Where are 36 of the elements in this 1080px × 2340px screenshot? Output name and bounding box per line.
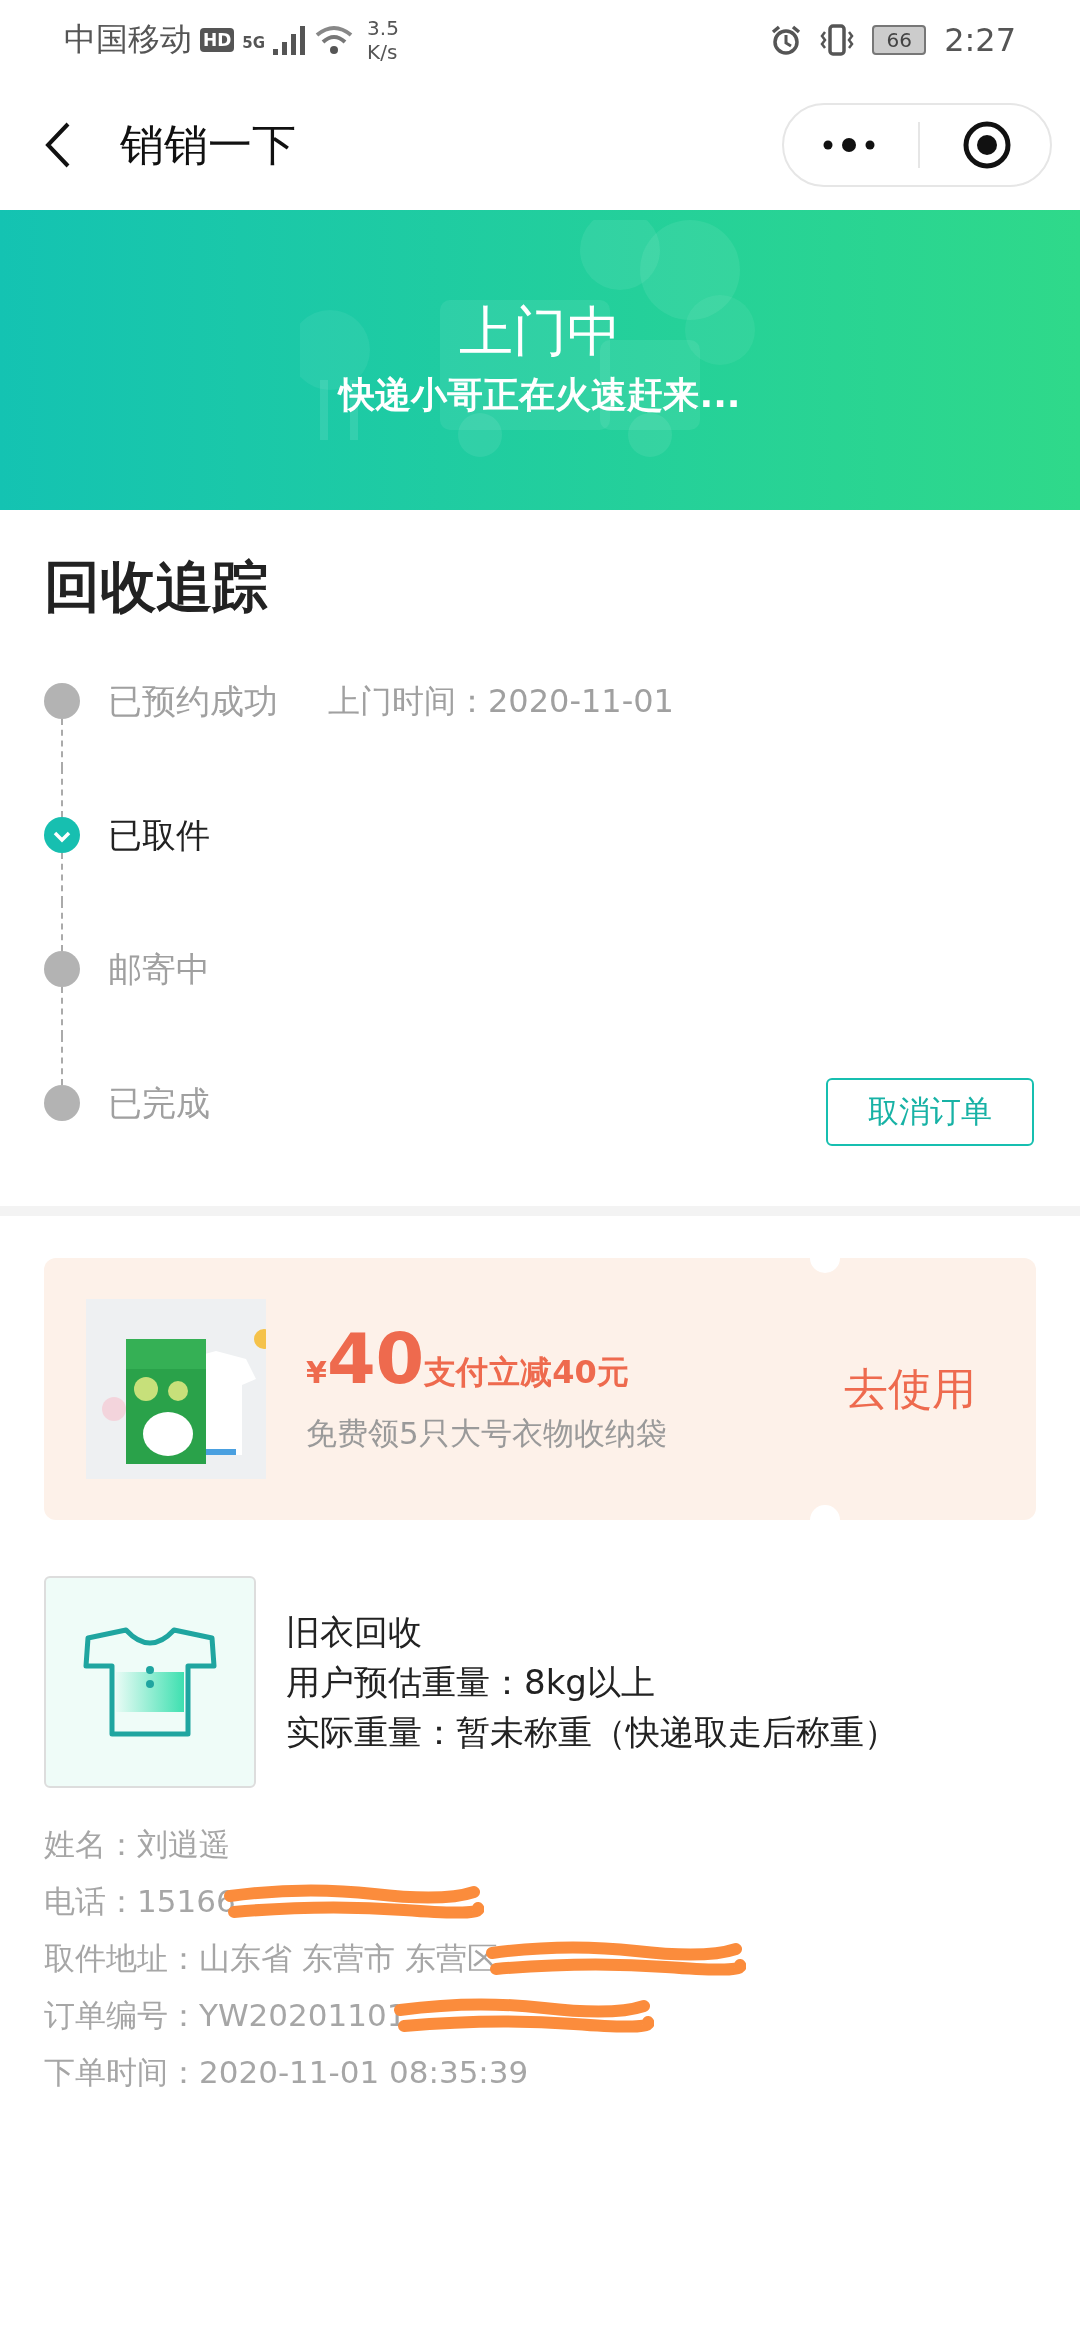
step-label: 已预约成功 xyxy=(108,683,278,719)
battery-indicator: 66 xyxy=(872,25,927,55)
signal-icon xyxy=(273,25,308,55)
clock-time: 2:27 xyxy=(944,21,1016,59)
estimated-weight: 用户预估重量：8kg以上 xyxy=(286,1661,656,1704)
vibrate-icon xyxy=(820,23,855,57)
speed-unit: K/s xyxy=(367,40,399,64)
actual-weight: 实际重量：暂未称重（快递取走后称重） xyxy=(286,1711,898,1754)
network-type: 5G xyxy=(242,34,266,52)
banner-subtitle: 快递小哥正在火速赶来... xyxy=(339,373,741,417)
carrier-name: 中国移动 xyxy=(64,19,192,60)
step-label: 已完成 xyxy=(108,1085,210,1121)
back-icon[interactable] xyxy=(44,121,72,169)
shirt-icon xyxy=(82,1626,218,1738)
use-coupon-button[interactable]: 去使用 xyxy=(844,1359,976,1419)
close-icon[interactable] xyxy=(962,120,1012,170)
section-title: 回收追踪 xyxy=(44,553,269,621)
wifi-icon xyxy=(315,25,354,55)
order-detail: 姓名：刘逍遥 xyxy=(44,1824,230,1864)
step-label: 邮寄中 xyxy=(108,951,210,987)
alarm-icon xyxy=(770,24,803,56)
step-label: 已取件 xyxy=(108,817,210,853)
product-name: 旧衣回收 xyxy=(286,1611,423,1654)
coupon-description: 免费领5只大号衣物收纳袋 xyxy=(306,1413,668,1453)
order-detail: 下单时间：2020-11-01 08:35:39 xyxy=(44,2052,529,2092)
currency-symbol: ¥ xyxy=(306,1354,327,1390)
speed-value: 3.5 xyxy=(367,16,399,40)
hd-badge: HD xyxy=(200,28,235,52)
coupon-headline: 支付立减40元 xyxy=(424,1352,629,1393)
banner-title: 上门中 xyxy=(459,299,621,365)
cancel-order-button[interactable]: 取消订单 xyxy=(826,1078,1034,1146)
step-note: 上门时间：2020-11-01 xyxy=(328,683,674,719)
page-title: 销销一下 xyxy=(120,117,297,172)
more-icon[interactable] xyxy=(822,137,876,153)
order-detail: 订单编号：YW20201101 xyxy=(44,1995,407,2035)
coupon-amount: 40 xyxy=(326,1323,425,1394)
